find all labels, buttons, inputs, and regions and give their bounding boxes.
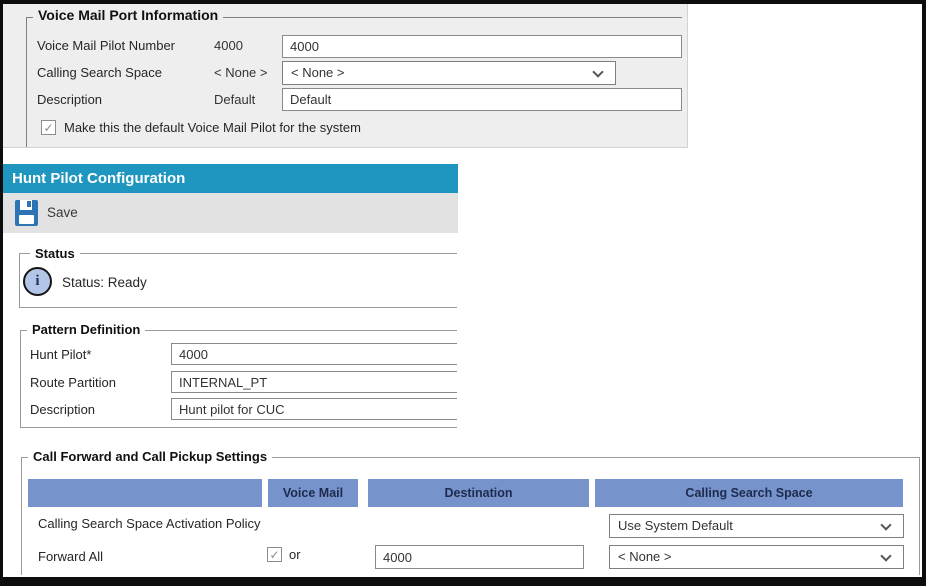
- chevron-down-icon: [592, 66, 603, 77]
- calling-search-space-select-value: < None >: [291, 62, 345, 84]
- column-header-voice-mail: Voice Mail: [268, 479, 358, 507]
- pattern-definition-body: Hunt Pilot* Route Partition Description: [21, 331, 457, 427]
- pattern-description-input[interactable]: [171, 398, 457, 420]
- description-label: Description: [37, 89, 102, 111]
- call-forward-settings-legend: Call Forward and Call Pickup Settings: [28, 449, 272, 464]
- check-icon: ✓: [268, 548, 281, 562]
- status-legend: Status: [30, 246, 80, 261]
- route-partition-input[interactable]: [171, 371, 457, 393]
- voice-mail-pilot-number-label: Voice Mail Pilot Number: [37, 35, 175, 57]
- chevron-down-icon: [880, 519, 891, 530]
- info-icon: i: [23, 267, 52, 296]
- forward-all-css-select-value: < None >: [618, 546, 672, 568]
- status-section: Status i Status: Ready: [19, 253, 457, 308]
- description-current: Default: [214, 89, 255, 111]
- column-header-blank: [28, 479, 262, 507]
- forward-all-voice-mail-checkbox[interactable]: ✓: [267, 547, 282, 562]
- floppy-notch: [27, 201, 31, 207]
- floppy-disk-icon: [15, 200, 38, 226]
- status-message: Status: Ready: [62, 275, 147, 290]
- voice-mail-pilot-number-current: 4000: [214, 35, 243, 57]
- fieldset-border: [26, 17, 27, 147]
- pattern-description-label: Description: [30, 399, 95, 420]
- call-forward-settings-section: Call Forward and Call Pickup Settings Vo…: [21, 457, 920, 575]
- default-voice-mail-pilot-checkbox-label: Make this the default Voice Mail Pilot f…: [64, 117, 361, 139]
- voice-mail-port-information-legend: Voice Mail Port Information: [33, 7, 223, 23]
- css-activation-policy-select[interactable]: Use System Default: [609, 514, 904, 538]
- floppy-label: [19, 215, 34, 224]
- chevron-down-icon: [880, 550, 891, 561]
- forward-all-label: Forward All: [38, 546, 103, 568]
- description-input[interactable]: [282, 88, 682, 111]
- css-activation-policy-label: Calling Search Space Activation Policy: [38, 513, 261, 535]
- default-voice-mail-pilot-checkbox[interactable]: ✓: [41, 120, 56, 135]
- voice-mail-pilot-number-input[interactable]: [282, 35, 682, 58]
- toolbar: Save: [3, 193, 458, 233]
- save-button-label: Save: [47, 193, 78, 233]
- forward-all-destination-input[interactable]: [375, 545, 584, 569]
- forward-all-css-select[interactable]: < None >: [609, 545, 904, 569]
- save-button[interactable]: Save: [3, 193, 113, 233]
- column-header-destination: Destination: [368, 479, 589, 507]
- voice-mail-port-information-panel: Voice Mail Port Information Voice Mail P…: [3, 4, 688, 148]
- column-header-calling-search-space: Calling Search Space: [595, 479, 903, 507]
- floppy-shutter: [20, 200, 32, 210]
- css-activation-policy-select-value: Use System Default: [618, 515, 733, 537]
- or-label: or: [289, 546, 301, 564]
- calling-search-space-current: < None >: [214, 62, 268, 84]
- hunt-pilot-label: Hunt Pilot*: [30, 344, 91, 365]
- screenshot-frame: Voice Mail Port Information Voice Mail P…: [0, 0, 926, 586]
- check-icon: ✓: [42, 121, 55, 135]
- calling-search-space-select[interactable]: < None >: [282, 61, 616, 85]
- calling-search-space-label: Calling Search Space: [37, 62, 162, 84]
- hunt-pilot-input[interactable]: [171, 343, 457, 365]
- page-title: Hunt Pilot Configuration: [3, 164, 458, 193]
- route-partition-label: Route Partition: [30, 372, 116, 393]
- pattern-definition-section: Pattern Definition Hunt Pilot* Route Par…: [20, 330, 457, 428]
